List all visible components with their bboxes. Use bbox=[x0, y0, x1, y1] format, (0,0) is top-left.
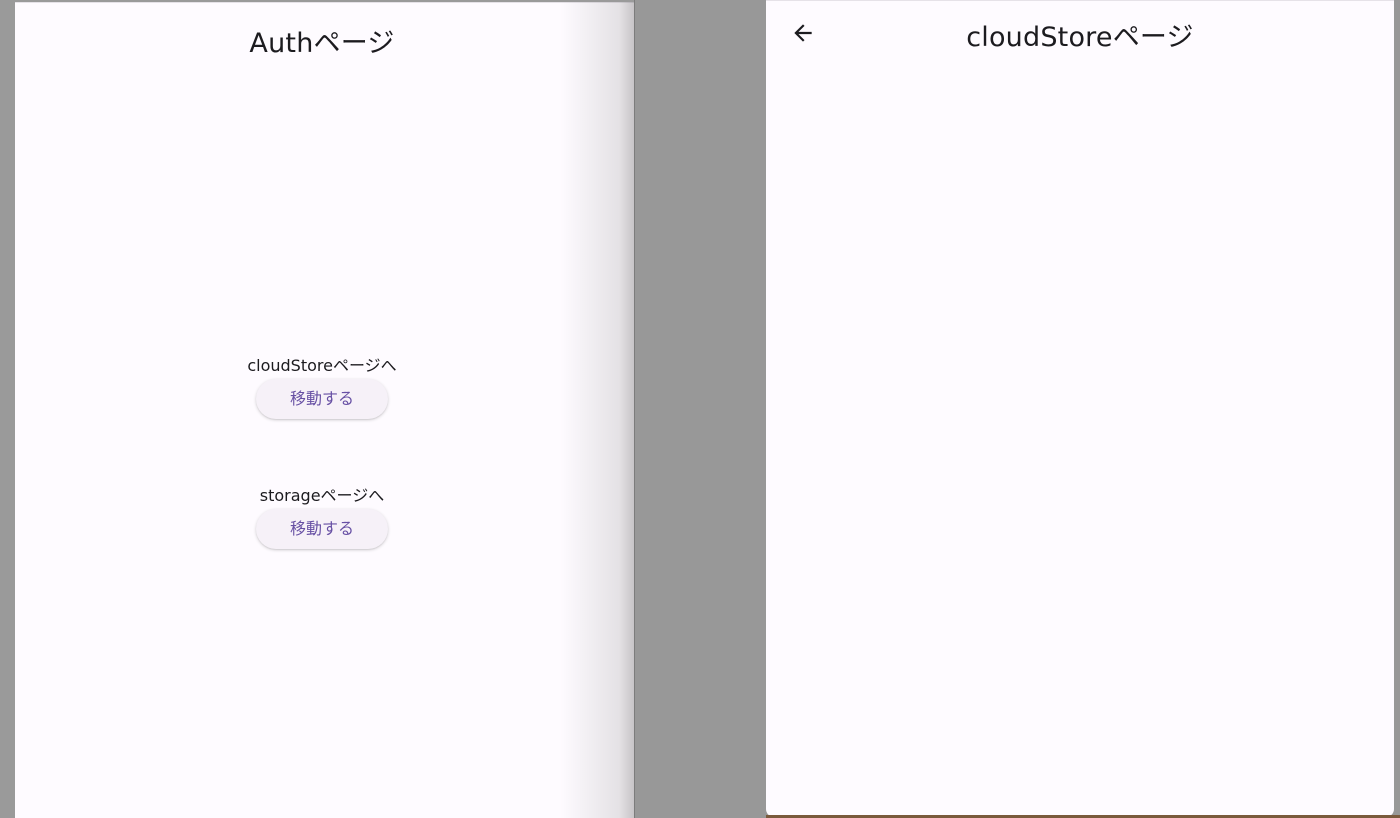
move-to-storage-button[interactable]: 移動する bbox=[256, 509, 388, 549]
storage-nav-label: storageページへ bbox=[259, 486, 385, 505]
desktop-stage: Authページ cloudStoreページへ 移動する storageページへ … bbox=[0, 0, 1400, 818]
cloudstore-nav-label: cloudStoreページへ bbox=[247, 356, 397, 375]
storage-nav-block: storageページへ 移動する bbox=[15, 485, 629, 549]
move-to-cloudstore-button[interactable]: 移動する bbox=[256, 379, 388, 419]
auth-page-window: Authページ cloudStoreページへ 移動する storageページへ … bbox=[15, 2, 634, 818]
page-title: Authページ bbox=[249, 28, 395, 59]
cloudstore-nav-block: cloudStoreページへ 移動する bbox=[15, 355, 629, 419]
cloudstore-page-window: cloudStoreページ bbox=[634, 0, 1400, 818]
page-title: cloudStoreページ bbox=[966, 22, 1194, 53]
cloudstore-page: cloudStoreページ bbox=[766, 0, 1394, 817]
